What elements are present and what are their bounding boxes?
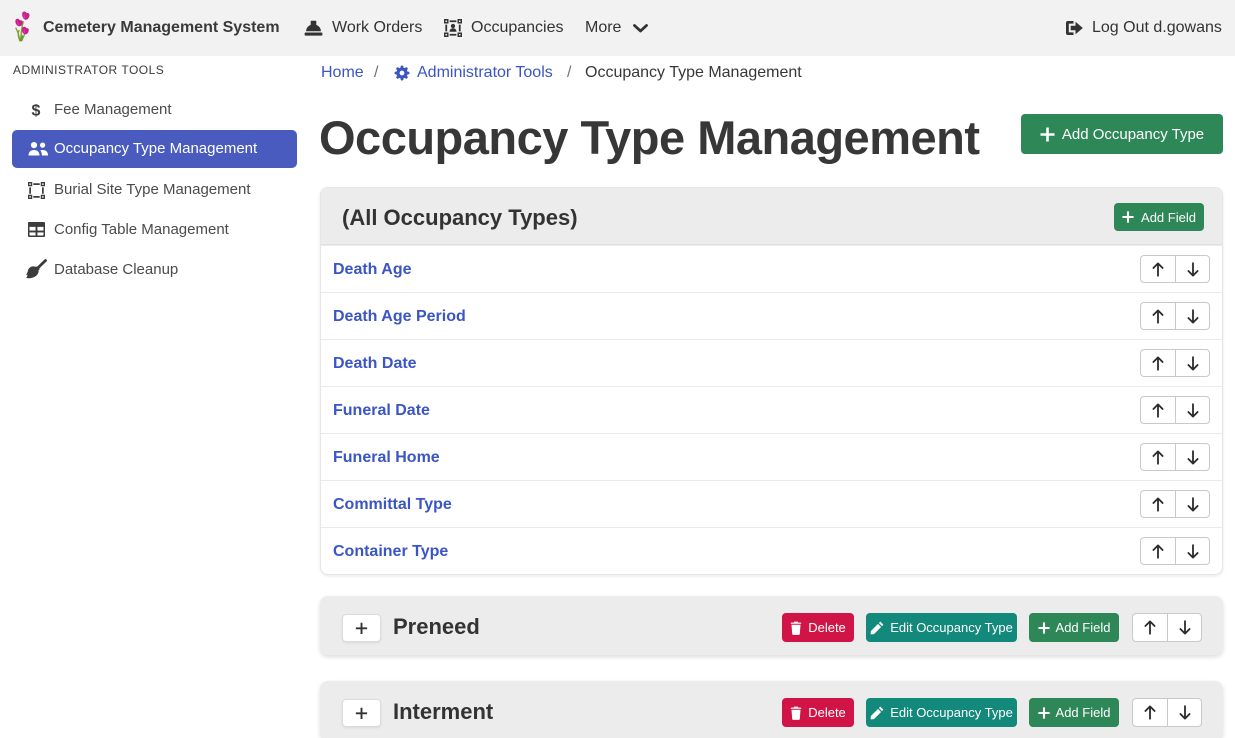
svg-text:$: $ [32, 103, 41, 120]
